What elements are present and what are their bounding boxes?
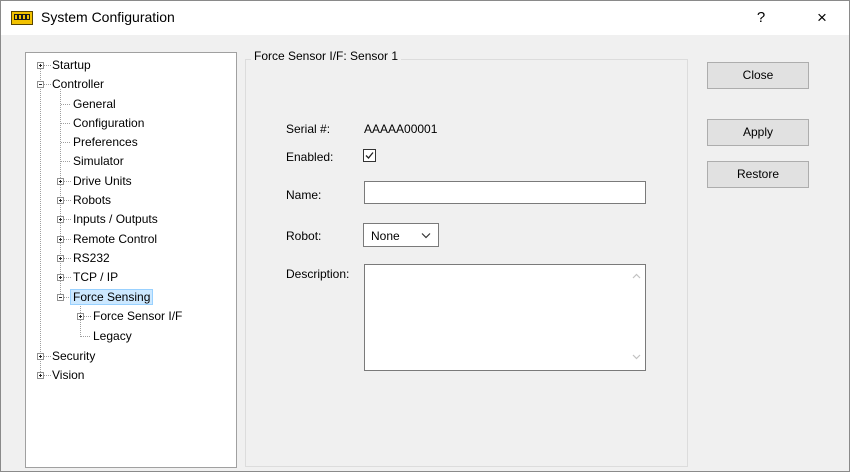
tree-item-force-sensor-if[interactable]: Force Sensor I/F xyxy=(93,308,182,325)
tree-item-rs232[interactable]: RS232 xyxy=(73,250,110,267)
tree-item-drive-units[interactable]: Drive Units xyxy=(73,173,132,190)
expand-rs232-icon[interactable] xyxy=(57,255,64,262)
tree-item-controller[interactable]: Controller xyxy=(52,76,104,93)
tree-item-label: Controller xyxy=(52,77,105,91)
serial-value: AAAAA00001 xyxy=(364,122,438,136)
tree-item-label: Vision xyxy=(52,368,85,382)
tree-item-label: General xyxy=(73,97,116,111)
expand-startup-icon[interactable] xyxy=(37,62,44,69)
expand-vision-icon[interactable] xyxy=(37,372,44,379)
tree-item-label: Remote Control xyxy=(73,232,158,246)
tree-item-startup[interactable]: Startup xyxy=(52,57,91,74)
robot-label: Robot: xyxy=(286,229,322,243)
expand-robots-icon[interactable] xyxy=(57,197,64,204)
expand-force-sensor-if-icon[interactable] xyxy=(77,313,84,320)
restore-button[interactable]: Restore xyxy=(707,161,809,188)
tree-item-label: Startup xyxy=(52,58,91,72)
tree-item-label: Configuration xyxy=(73,116,145,130)
description-field[interactable] xyxy=(364,264,646,371)
title-bar[interactable]: System Configuration ? × xyxy=(1,1,849,35)
close-button[interactable]: Close xyxy=(707,62,809,89)
tree-item-label: Legacy xyxy=(93,329,132,343)
serial-label: Serial #: xyxy=(286,122,331,136)
scroll-up-arrow-icon[interactable] xyxy=(632,273,641,279)
tree-item-label: Robots xyxy=(73,193,112,207)
tree-item-inputs-outputs[interactable]: Inputs / Outputs xyxy=(73,211,158,228)
close-window-button[interactable]: × xyxy=(807,6,837,30)
tree-item-label: RS232 xyxy=(73,251,110,265)
scroll-down-arrow-icon[interactable] xyxy=(632,354,641,360)
expand-inputs-outputs-icon[interactable] xyxy=(57,216,64,223)
checkmark-icon xyxy=(365,152,374,159)
tree-item-label: Preferences xyxy=(73,135,138,149)
robot-select[interactable]: None xyxy=(363,223,439,247)
tree-item-simulator[interactable]: Simulator xyxy=(73,153,124,170)
description-scrollbar[interactable] xyxy=(628,265,645,370)
expand-tcp-ip-icon[interactable] xyxy=(57,274,64,281)
collapse-force-sensing-icon[interactable] xyxy=(57,294,64,301)
tree-item-label: Inputs / Outputs xyxy=(73,212,158,226)
collapse-controller-icon[interactable] xyxy=(37,81,44,88)
enabled-label: Enabled: xyxy=(286,150,334,164)
tree-item-configuration[interactable]: Configuration xyxy=(73,115,144,132)
groupbox-title: Force Sensor I/F: Sensor 1 xyxy=(251,49,402,63)
expand-remote-control-icon[interactable] xyxy=(57,236,64,243)
tree-item-label: Force Sensing xyxy=(69,289,154,305)
tree-item-general[interactable]: General xyxy=(73,96,116,113)
tree-item-label: TCP / IP xyxy=(73,270,119,284)
chevron-down-icon xyxy=(421,233,431,239)
name-label: Name: xyxy=(286,188,322,202)
expand-security-icon[interactable] xyxy=(37,353,44,360)
tree-item-label: Drive Units xyxy=(73,174,132,188)
name-field[interactable] xyxy=(364,181,646,204)
help-button[interactable]: ? xyxy=(746,6,776,30)
tree-item-vision[interactable]: Vision xyxy=(52,367,84,384)
description-label: Description: xyxy=(286,267,350,281)
tree-item-security[interactable]: Security xyxy=(52,348,95,365)
tree-item-robots[interactable]: Robots xyxy=(73,192,111,209)
force-sensor-groupbox xyxy=(245,59,688,467)
tree-item-remote-control[interactable]: Remote Control xyxy=(73,231,157,248)
tree-item-label: Simulator xyxy=(73,154,124,168)
tree-item-legacy[interactable]: Legacy xyxy=(93,328,132,345)
expand-drive-units-icon[interactable] xyxy=(57,178,64,185)
configuration-tree[interactable]: Startup Controller General Configuration… xyxy=(25,52,237,468)
tree-item-tcp-ip[interactable]: TCP / IP xyxy=(73,269,118,286)
tree-item-label: Security xyxy=(52,349,96,363)
apply-button[interactable]: Apply xyxy=(707,119,809,146)
tree-item-preferences[interactable]: Preferences xyxy=(73,134,138,151)
window-title: System Configuration xyxy=(41,9,175,25)
robot-selected-value: None xyxy=(371,229,400,243)
enabled-checkbox[interactable] xyxy=(363,149,376,162)
tree-item-force-sensing[interactable]: Force Sensing xyxy=(69,289,154,306)
app-icon xyxy=(11,11,33,25)
tree-item-label: Force Sensor I/F xyxy=(93,309,183,323)
system-configuration-window: System Configuration ? × Startup Control… xyxy=(0,0,850,472)
